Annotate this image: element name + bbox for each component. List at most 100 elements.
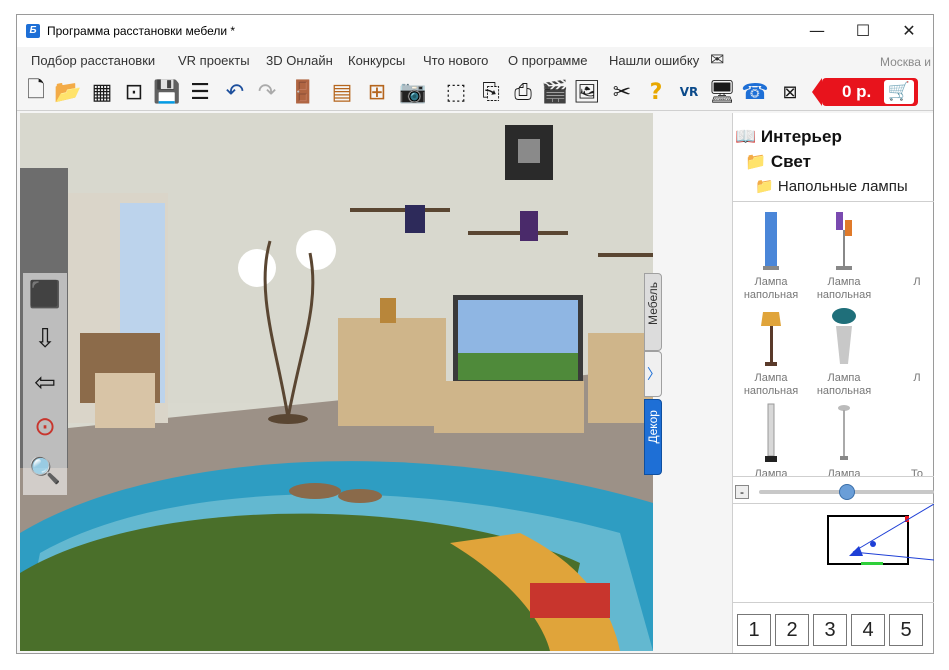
catalog-item[interactable]: Лампа напольная xyxy=(812,210,876,306)
catalog-item[interactable]: Лампа напольная xyxy=(739,210,803,306)
catalog-item-label: То xyxy=(911,468,923,477)
phone-icon[interactable]: ☎ xyxy=(740,77,770,107)
move-side-icon[interactable]: ⇦ xyxy=(26,363,64,403)
cube-view-icon[interactable]: ⬛ xyxy=(26,275,64,315)
monitor-icon[interactable]: 🖥 xyxy=(707,77,737,107)
save-icon[interactable]: 💾 xyxy=(152,77,182,107)
tree-item-floor-lamps[interactable]: 📁 Напольные лампы xyxy=(755,177,908,195)
export-icon[interactable]: ⎘ xyxy=(476,77,506,107)
catalog-item[interactable]: Л xyxy=(885,210,934,306)
maximize-button[interactable]: ☐ xyxy=(840,15,886,47)
menu-item-contests[interactable]: Конкурсы xyxy=(348,53,405,68)
lamp-icon xyxy=(838,405,850,460)
catalog-item-label: Л xyxy=(913,372,921,384)
print-icon[interactable]: ⎙ xyxy=(508,77,538,107)
menu-item-about[interactable]: О программе xyxy=(508,53,588,68)
catalog-item[interactable]: Лампа xyxy=(739,402,803,476)
lamp-icon xyxy=(836,212,852,270)
tree-item-interior[interactable]: 📖 Интерьер xyxy=(735,127,842,147)
open-folder-icon[interactable]: 📂 xyxy=(53,77,83,107)
menu-item-whats-new[interactable]: Что нового xyxy=(423,53,488,68)
view-button-1[interactable]: 1 xyxy=(737,614,771,646)
catalog-item-label: Лампа xyxy=(827,468,861,477)
book-icon: 📖 xyxy=(735,127,757,147)
cube-wire-icon[interactable]: ⬚ xyxy=(441,77,471,107)
menu-item-report-bug[interactable]: Нашли ошибку xyxy=(609,53,699,68)
lamp-icon xyxy=(832,308,856,364)
zoom-target-icon[interactable]: ⊙ xyxy=(26,407,64,447)
image-icon[interactable]: 🖼 xyxy=(572,77,602,107)
video-icon[interactable]: 🎬 xyxy=(540,77,570,107)
help-icon[interactable]: ? xyxy=(641,77,671,107)
catalog-item-label: Лампа напольная xyxy=(743,276,799,301)
minimap-view xyxy=(827,503,935,565)
catalog-item-label: Лампа напольная xyxy=(743,372,799,397)
door-icon[interactable]: 🚪 xyxy=(288,77,318,107)
tree-label-floor-lamps: Напольные лампы xyxy=(777,178,908,195)
catalog-panel: 📖 Интерьер 📁 Свет 📁 Напольные лампы Ламп… xyxy=(732,113,935,653)
app-icon: Б xyxy=(26,24,40,38)
catalog-item[interactable]: Лампа напольная xyxy=(812,306,876,402)
cabinet-icon[interactable]: ⊞ xyxy=(362,77,392,107)
view-button-5[interactable]: 5 xyxy=(889,614,923,646)
room-scene xyxy=(20,113,653,651)
tab-furniture[interactable]: Мебель xyxy=(644,273,662,351)
mail-icon[interactable]: ✉ xyxy=(710,50,724,70)
lamp-icon xyxy=(763,212,779,270)
close-box-icon[interactable]: ⊠ xyxy=(775,77,805,107)
zoom-slider-thumb[interactable] xyxy=(838,484,855,500)
camera-icon[interactable]: 📷 xyxy=(398,77,428,107)
list-icon[interactable]: ☰ xyxy=(185,77,215,107)
catalog-item[interactable]: Лампа xyxy=(812,402,876,477)
menu-item-vr[interactable]: VR проекты xyxy=(178,53,250,68)
catalog-item-label: Лампа напольная xyxy=(816,276,872,301)
close-button[interactable]: ✕ xyxy=(886,15,932,47)
lamp-icon xyxy=(765,403,777,462)
catalog-item[interactable]: Лампа напольная xyxy=(739,306,803,402)
folder-icon: 📁 xyxy=(745,152,767,172)
magnifier-icon[interactable]: 🔍 xyxy=(26,451,64,491)
zoom-row: - xyxy=(733,483,934,501)
chevron-right-icon: 〉 xyxy=(647,366,661,382)
tab-furniture-label: Мебель xyxy=(646,282,660,325)
view-button-3[interactable]: 3 xyxy=(813,614,847,646)
tab-decor-label: Декор xyxy=(646,410,660,444)
view-tools-panel: ⬛ ⇩ ⇦ ⊙ 🔍 xyxy=(23,273,67,495)
plan-icon[interactable]: ▦ xyxy=(87,77,117,107)
redo-icon[interactable]: ↷ xyxy=(252,77,282,107)
zoom-out-button[interactable]: - xyxy=(735,485,749,499)
catalog-item[interactable]: Л xyxy=(885,306,934,402)
city-selector[interactable]: Москва и xyxy=(880,55,931,69)
price-value: 0 р. xyxy=(842,82,872,101)
zoom-page-icon[interactable]: ⊡ xyxy=(119,77,149,107)
lamp-icon xyxy=(761,312,781,366)
minimize-button[interactable]: — xyxy=(794,15,840,47)
catalog-item[interactable]: То xyxy=(885,402,934,477)
window-title: Программа расстановки мебели * xyxy=(47,24,236,38)
vr-icon[interactable]: VR xyxy=(674,77,704,107)
tools-icon[interactable]: ✂ xyxy=(607,77,637,107)
undo-icon[interactable]: ↶ xyxy=(220,77,250,107)
move-down-icon[interactable]: ⇩ xyxy=(26,319,64,359)
shelf-icon[interactable]: ▤ xyxy=(327,77,357,107)
new-file-icon[interactable]: 🗋 xyxy=(21,77,51,107)
tree-label-light: Свет xyxy=(770,152,811,171)
menu-item-3d-online[interactable]: 3D Онлайн xyxy=(266,53,333,68)
folder-icon: 📁 xyxy=(755,177,774,195)
tree-label-interior: Интерьер xyxy=(760,127,842,146)
title-bar: Б Программа расстановки мебели * — ☐ ✕ xyxy=(17,15,933,47)
tree-item-light[interactable]: 📁 Свет xyxy=(745,152,811,172)
panel-toggle[interactable]: 〉 xyxy=(644,351,662,397)
toolbar: 🗋 📂 ▦ ⊡ 💾 ☰ ↶ ↷ 🚪 ▤ ⊞ 📷 ⬚ ⎘ ⎙ 🎬 🖼 ✂ ? VR… xyxy=(17,73,933,111)
menu-item-layout[interactable]: Подбор расстановки xyxy=(31,53,155,68)
catalog-grid: Лампа напольная Лампа напольная Л Лампа … xyxy=(733,201,934,477)
price-badge[interactable]: 0 р. 🛒 xyxy=(812,78,918,106)
view-button-2[interactable]: 2 xyxy=(775,614,809,646)
view-button-4[interactable]: 4 xyxy=(851,614,885,646)
3d-viewport[interactable]: ⬛ ⇩ ⇦ ⊙ 🔍 xyxy=(20,113,653,651)
view-buttons: 1 2 3 4 5 xyxy=(733,607,934,651)
minimap[interactable] xyxy=(733,503,935,603)
cart-icon[interactable]: 🛒 xyxy=(884,80,914,104)
tab-decor[interactable]: Декор xyxy=(644,399,662,475)
menu-bar: Подбор расстановки VR проекты 3D Онлайн … xyxy=(17,49,933,71)
